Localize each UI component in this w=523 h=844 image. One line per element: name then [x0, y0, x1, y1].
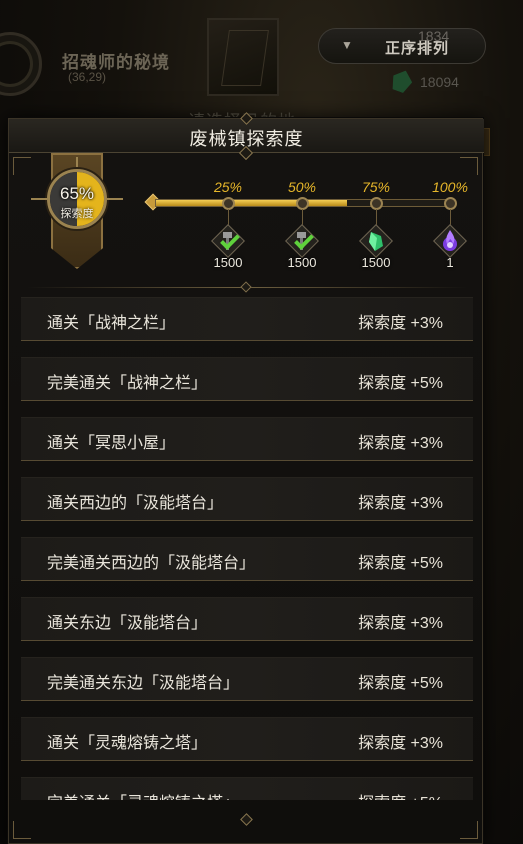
- bottom-ornament-icon: [240, 813, 253, 826]
- milestone-reward[interactable]: [209, 224, 247, 259]
- task-reward: 探索度 +3%: [358, 735, 443, 752]
- purple-flame-orb-icon: [443, 230, 457, 251]
- task-reward: 探索度 +3%: [358, 615, 443, 632]
- task-reward: 探索度 +3%: [358, 435, 443, 452]
- task-title: 完美通关「战神之栏」: [47, 375, 208, 392]
- task-title: 通关东边「汲能塔台」: [47, 615, 208, 632]
- task-title: 完美通关东边「汲能塔台」: [47, 675, 240, 692]
- task-reward: 探索度 +5%: [358, 789, 443, 800]
- progress-dial: 65% 探索度: [47, 169, 107, 229]
- milestone-label: 100%: [432, 179, 468, 195]
- corner-ornament: [13, 821, 31, 839]
- milestone-reward[interactable]: [431, 224, 469, 259]
- task-reward: 探索度 +5%: [358, 555, 443, 572]
- region-portrait: [207, 18, 279, 96]
- task-reward: 探索度 +3%: [358, 315, 443, 332]
- green-crystal-icon: [369, 232, 383, 251]
- milestone-stem: [376, 209, 377, 225]
- task-row[interactable]: 通关东边「汲能塔台」 探索度 +3%: [21, 597, 473, 641]
- milestone-stem: [228, 209, 229, 225]
- exploration-panel: 废械镇探索度 65% 探索度 25% 1500 50% 1500 75% 1500 100%: [8, 112, 484, 844]
- milestone-reward[interactable]: [357, 224, 395, 259]
- milestone-label: 75%: [361, 179, 391, 195]
- task-row[interactable]: 完美通关「灵魂熔铸之塔」 探索度 +5%: [21, 777, 473, 800]
- task-title: 通关「灵魂熔铸之塔」: [47, 735, 208, 752]
- exploration-badge: 65% 探索度: [31, 153, 123, 271]
- task-title: 完美通关「灵魂熔铸之塔」: [47, 789, 239, 800]
- progress-bar-fill: [156, 200, 348, 206]
- reward-count: 1500: [213, 255, 243, 270]
- dropdown-arrow-icon: ▼: [341, 38, 353, 52]
- task-reward: 探索度 +5%: [358, 375, 443, 392]
- gem-icon: [389, 67, 415, 95]
- task-title: 通关西边的「汲能塔台」: [47, 495, 224, 512]
- task-row[interactable]: 通关「冥思小屋」 探索度 +3%: [21, 417, 473, 461]
- milestone-label: 25%: [213, 179, 243, 195]
- badge-spike: [31, 198, 47, 200]
- corner-ornament: [13, 157, 31, 175]
- reward-count: 1500: [287, 255, 317, 270]
- task-row[interactable]: 通关「灵魂熔铸之塔」 探索度 +3%: [21, 717, 473, 761]
- task-row[interactable]: 完美通关「战神之栏」 探索度 +5%: [21, 357, 473, 401]
- exploration-label: 探索度: [60, 208, 94, 220]
- region-coordinates: (36,29): [68, 70, 107, 84]
- gem-count: 18094: [420, 74, 459, 90]
- badge-spike: [107, 198, 123, 200]
- task-row[interactable]: 通关西边的「汲能塔台」 探索度 +3%: [21, 477, 473, 521]
- task-title: 通关「战神之栏」: [47, 315, 176, 332]
- reward-count: 1: [446, 255, 454, 270]
- task-title: 通关「冥思小屋」: [47, 435, 176, 452]
- divider-gem-icon: [240, 281, 252, 293]
- corner-ornament: [460, 157, 478, 175]
- sort-button[interactable]: ▼ 正序排列: [318, 28, 486, 64]
- task-list[interactable]: 通关「战神之栏」 探索度 +3% 完美通关「战神之栏」 探索度 +5% 通关「冥思小屋」…: [21, 297, 473, 800]
- milestone-label: 50%: [287, 179, 317, 195]
- stat-top-value: 1834: [418, 28, 450, 44]
- reward-count: 1500: [361, 255, 391, 270]
- task-row[interactable]: 完美通关东边「汲能塔台」 探索度 +5%: [21, 657, 473, 701]
- task-reward: 探索度 +5%: [358, 675, 443, 692]
- milestone-reward[interactable]: [283, 224, 321, 259]
- milestone-stem: [302, 209, 303, 225]
- task-row[interactable]: 完美通关西边的「汲能塔台」 探索度 +5%: [21, 537, 473, 581]
- game-screen: 招魂师的秘境 (36,29) ▼ 正序排列 1834 18094 请选择已的地 …: [0, 0, 523, 844]
- compass-ring-icon: [0, 32, 42, 96]
- milestone-stem: [450, 209, 451, 225]
- task-reward: 探索度 +3%: [358, 495, 443, 512]
- task-title: 完美通关西边的「汲能塔台」: [47, 555, 256, 572]
- task-row[interactable]: 通关「战神之栏」 探索度 +3%: [21, 297, 473, 341]
- exploration-percent: 65%: [59, 184, 95, 203]
- corner-ornament: [460, 821, 478, 839]
